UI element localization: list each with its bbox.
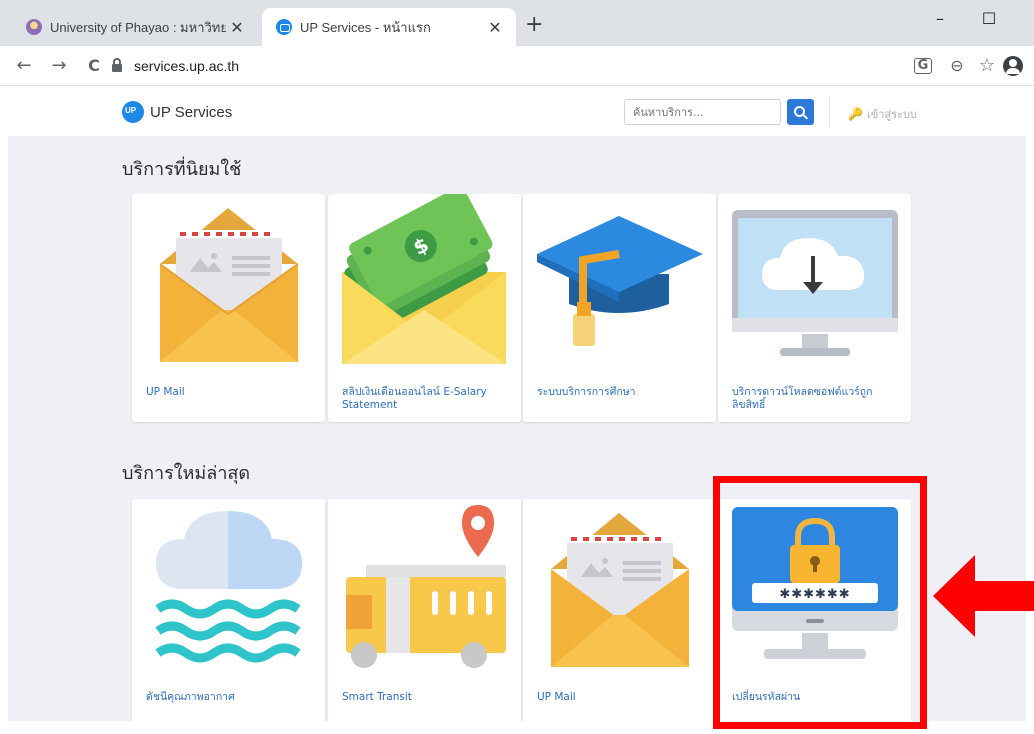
- section-title: บริการใหม่ล่าสุด: [122, 463, 251, 484]
- mail-envelope-icon: [159, 208, 299, 362]
- profile-icon: [1003, 56, 1023, 76]
- browser-tabstrip: University of Phayao : มหาวิทยาลัย ✕ UP …: [0, 0, 1034, 46]
- service-card-up-mail-new[interactable]: UP Mail: [523, 499, 716, 721]
- red-arrow-icon: [933, 555, 1034, 637]
- service-label: บริการดาวน์โหลดซอฟต์แวร์ถูกลิขสิทธิ์: [732, 386, 873, 411]
- login-label: เข้าสู่ระบบ: [866, 108, 917, 121]
- service-card-education[interactable]: ระบบบริการการศึกษา: [523, 194, 716, 422]
- up-services-favicon-icon: [276, 19, 292, 35]
- address-bar[interactable]: services.up.ac.th: [112, 52, 922, 80]
- service-card-up-mail[interactable]: UP Mail: [132, 194, 325, 422]
- section-title: บริการที่นิยมใช้: [122, 159, 242, 180]
- login-link[interactable]: 🔑 เข้าสู่ระบบ: [848, 105, 917, 123]
- profile-button[interactable]: [1002, 55, 1024, 77]
- url-text: services.up.ac.th: [134, 58, 240, 74]
- service-card-software-download[interactable]: บริการดาวน์โหลดซอฟต์แวร์ถูกลิขสิทธิ์: [718, 194, 911, 422]
- search-button[interactable]: [787, 99, 814, 125]
- service-label: Smart Transit: [342, 691, 412, 703]
- cloud-download-monitor-icon: [732, 210, 898, 356]
- highlight-box: [713, 476, 927, 729]
- forward-button[interactable]: →: [47, 54, 71, 78]
- service-label: UP Mail: [146, 386, 185, 398]
- cloud-waves-icon: [155, 511, 302, 663]
- close-tab-icon[interactable]: ✕: [484, 18, 506, 37]
- header-divider: [829, 97, 830, 127]
- close-tab-icon[interactable]: ✕: [226, 18, 248, 37]
- minimize-button[interactable]: –: [917, 4, 963, 34]
- back-button[interactable]: ←: [12, 54, 36, 78]
- service-label: ระบบบริการการศึกษา: [537, 386, 636, 398]
- mail-envelope-icon: [551, 513, 689, 667]
- maximize-button[interactable]: ☐: [966, 4, 1012, 34]
- service-card-air-quality[interactable]: ดัชนีคุณภาพอากาศ: [132, 499, 325, 721]
- salary-envelope-icon: $: [342, 194, 506, 364]
- new-tab-button[interactable]: +: [525, 14, 543, 36]
- reload-button[interactable]: C: [82, 54, 106, 78]
- browser-toolbar: ← → C services.up.ac.th G ⊖ ☆: [0, 46, 1034, 86]
- star-icon[interactable]: ☆: [976, 55, 998, 77]
- service-label: UP Mail: [537, 691, 576, 703]
- university-favicon-icon: [26, 19, 42, 35]
- site-header: UP Services 🔑 เข้าสู่ระบบ: [0, 87, 1034, 135]
- lock-icon: [112, 58, 122, 72]
- key-icon: 🔑: [848, 107, 863, 121]
- screenshot: University of Phayao : มหาวิทยาลัย ✕ UP …: [0, 0, 1034, 734]
- tab-title: University of Phayao : มหาวิทยาลัย: [50, 19, 226, 35]
- service-card-smart-transit[interactable]: Smart Transit: [328, 499, 521, 721]
- service-label: ดัชนีคุณภาพอากาศ: [146, 691, 235, 703]
- search-input[interactable]: [624, 99, 781, 125]
- tab-university[interactable]: University of Phayao : มหาวิทยาลัย ✕: [12, 8, 258, 46]
- zoom-icon[interactable]: ⊖: [946, 55, 968, 77]
- tab-title: UP Services - หน้าแรก: [300, 19, 431, 35]
- brand-link[interactable]: UP Services: [122, 101, 232, 123]
- graduation-cap-icon: [537, 216, 703, 346]
- service-label: สลิปเงินเดือนออนไลน์ E-Salary Statement: [342, 386, 487, 411]
- service-card-e-salary[interactable]: $ สลิปเงินเดือนออนไลน์ E-Salary Statemen…: [328, 194, 521, 422]
- translate-icon[interactable]: G: [914, 58, 932, 74]
- up-logo-icon: [122, 101, 144, 123]
- brand-name: UP Services: [150, 103, 233, 121]
- tab-up-services[interactable]: UP Services - หน้าแรก ✕: [262, 8, 516, 46]
- search-icon: [794, 105, 805, 117]
- bus-location-icon: [346, 505, 506, 668]
